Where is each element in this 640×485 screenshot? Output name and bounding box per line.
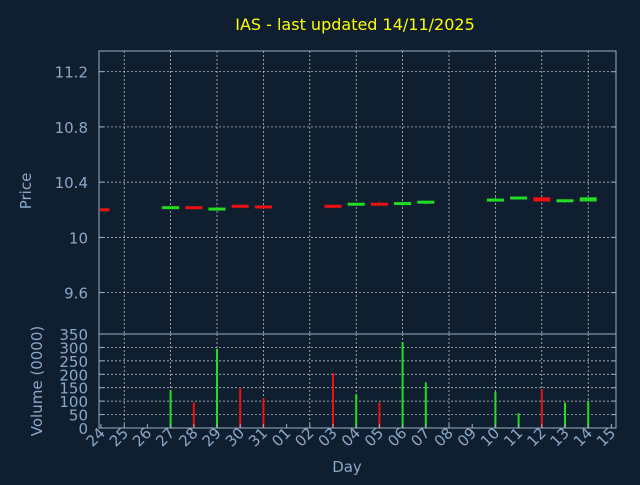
volume-bars [169,342,590,428]
candle-body [324,204,342,208]
volume-bar [239,387,242,428]
candle-body [100,208,110,212]
chart-canvas: IAS - last updated 14/11/2025 Price Volu… [17,15,619,476]
price-tick-label: 10.4 [55,174,88,192]
volume-bar [424,382,427,428]
volume-bar [216,348,218,428]
candle-body [394,202,412,206]
volume-bar [540,389,543,428]
price-tick-label: 9.6 [64,285,88,303]
candle-body [533,197,551,202]
volume-bar [262,398,265,428]
volume-bar [355,394,358,428]
candle-body [556,199,574,203]
price-axis-label: Price [17,173,35,210]
volume-bar [332,372,334,428]
chart-title: IAS - last updated 14/11/2025 [235,15,475,34]
volume-tick-label: 350 [59,326,88,344]
candle-body [486,198,504,202]
volume-axis-label: Volume (0000) [28,326,46,436]
price-tick-labels: 9.6 10 10.4 10.8 11.2 [55,64,616,303]
volume-bar [494,391,497,428]
candle-body [231,204,249,208]
candle-body [417,200,435,204]
volume-bar [169,390,172,428]
price-tick-label: 11.2 [55,64,88,82]
price-grid [99,51,616,334]
candle-body [370,202,388,206]
volume-bar [401,342,404,428]
candles [100,196,597,212]
day-axis-label: Day [332,458,362,476]
candle-body [579,197,597,202]
candle-body [254,205,272,209]
price-panel-frame [98,50,617,335]
candle-body [347,202,365,206]
volume-panel-frame [98,333,617,429]
stock-chart: IAS - last updated 14/11/2025 Price Volu… [0,0,640,480]
volume-grid [99,333,616,429]
volume-bar [587,401,590,428]
candle-body [208,207,226,211]
candle-body [185,206,203,210]
price-tick-label: 10 [69,229,88,247]
volume-tick-labels: 050100150200250300350 [59,326,616,438]
candle-body [510,196,528,200]
candle-body [162,206,180,210]
price-tick-label: 10.8 [55,119,88,137]
